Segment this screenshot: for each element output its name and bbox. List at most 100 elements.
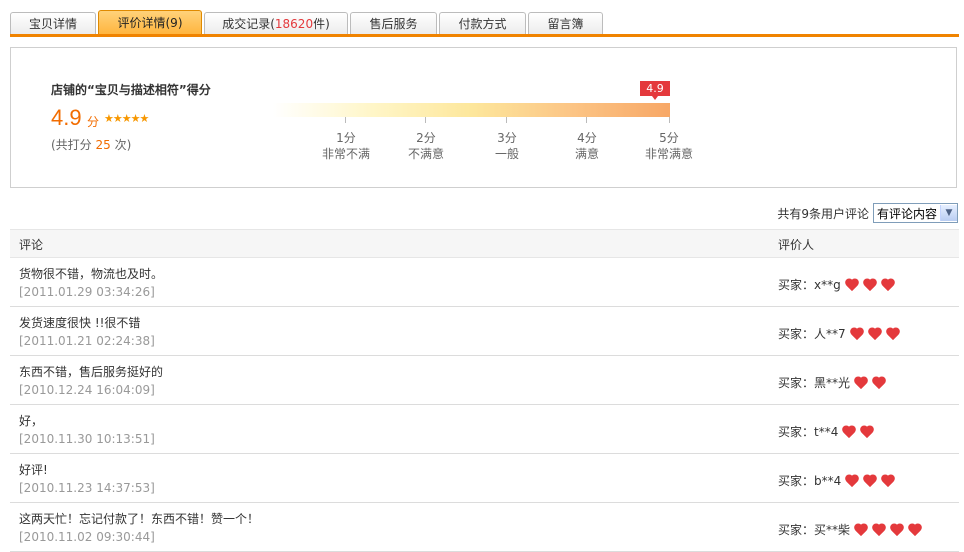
scale-desc-3: 一般 [494,147,519,161]
tab-transactions-count: 18620 [274,17,314,31]
reviewer: 买家：b**4 [778,472,898,489]
heart-icon [889,524,905,536]
table-row: 好， [2010.11.30 10:13:51] 买家：t**4 [10,405,959,454]
scale-value-2: 2分 [416,131,436,145]
rating-score: 4.9 [51,105,82,130]
reviewer-credit [844,279,898,291]
scale-value-5: 5分 [659,131,679,145]
heart-icon [867,328,883,340]
heart-icon [853,377,869,389]
tab-reviews[interactable]: 评价详情(9) [98,10,202,35]
heart-icon [844,475,860,487]
tick-3 [506,117,507,123]
reviewer-name[interactable]: 买家：买**柴 [778,521,850,538]
reviewer-name[interactable]: 买家：x**g [778,276,841,293]
review-table: 评论 评价人 货物很不错，物流也及时。 [2011.01.29 03:34:26]… [10,229,959,552]
rating-unit: 分 [87,115,100,129]
heart-icon [880,475,896,487]
heart-icon [859,426,875,438]
rating-total-suffix: 次) [114,138,132,152]
review-filter-select[interactable]: 有评论内容 ▼ [872,203,958,223]
tab-transactions[interactable]: 成交记录(18620件) [204,12,348,34]
review-filter-value: 有评论内容 [876,206,937,221]
reviewer-credit [841,426,877,438]
reviewer-credit [844,475,898,487]
reviewer-name[interactable]: 买家：黑**光 [778,374,850,391]
reviewer-name[interactable]: 买家：人**7 [778,325,846,342]
heart-icon [871,524,887,536]
star-rating-icon: ★★★★★ [104,112,149,125]
scale-value-3: 3分 [497,131,517,145]
review-time: [2010.12.24 16:04:09] [19,383,155,397]
reviewer-credit [853,524,925,536]
col-comment: 评论 [19,238,44,252]
heart-icon [885,328,901,340]
heart-icon [844,279,860,291]
col-reviewer: 评价人 [778,238,815,252]
table-row: 货物很不错，物流也及时。 [2011.01.29 03:34:26] 买家：x**g [10,258,959,307]
score-gradient-bar [273,103,670,117]
tab-item-details[interactable]: 宝贝详情 [10,12,96,34]
tick-5 [669,117,670,123]
reviewer-credit [853,377,889,389]
review-text: 好， [19,414,44,428]
reviewer-name[interactable]: 买家：b**4 [778,472,841,489]
review-time: [2010.11.02 09:30:44] [19,530,155,544]
heart-icon [907,524,923,536]
rating-title: 店铺的“宝贝与描述相符”得分 [51,83,211,97]
table-row: 东西不错，售后服务挺好的 [2010.12.24 16:04:09] 买家：黑**光 [10,356,959,405]
scale-label-5: 5分 非常满意 [629,130,709,162]
tick-1 [345,117,346,123]
tab-payment[interactable]: 付款方式 [439,12,526,34]
reviewer: 买家：x**g [778,276,898,293]
tab-transactions-prefix: 成交记录( [222,17,275,31]
reviewer: 买家：t**4 [778,423,877,440]
tick-2 [425,117,426,123]
heart-icon [849,328,865,340]
reviewer: 买家：人**7 [778,325,903,342]
rating-total: (共打分 25 次) [51,136,131,153]
scale-label-4: 4分 满意 [547,130,627,162]
review-time: [2010.11.30 10:13:51] [19,432,155,446]
scale-desc-1: 非常不满 [321,147,370,161]
table-row: 好评! [2010.11.23 14:37:53] 买家：b**4 [10,454,959,503]
reviewer: 买家：黑**光 [778,374,889,391]
scale-value-4: 4分 [577,131,597,145]
review-count: 共有9条用户评论 [777,206,869,221]
table-row: 发货速度很快 !!很不错 [2011.01.21 02:24:38] 买家：人**7 [10,307,959,356]
scale-desc-5: 非常满意 [644,147,693,161]
reviewer-name[interactable]: 买家：t**4 [778,423,838,440]
rating-total-count: 25 [95,138,111,152]
review-time: [2010.11.23 14:37:53] [19,481,155,495]
scale-value-1: 1分 [336,131,356,145]
review-text: 东西不错，售后服务挺好的 [19,365,164,379]
tab-guestbook[interactable]: 留言簿 [528,12,603,34]
review-text: 发货速度很快 !!很不错 [19,316,141,330]
rating-total-prefix: (共打分 [51,138,92,152]
tab-underline [10,34,959,37]
review-time: [2011.01.29 03:34:26] [19,285,155,299]
tab-transactions-suffix: 件) [313,17,330,31]
heart-icon [880,279,896,291]
score-marker: 4.9 [640,81,671,100]
reviewer-credit [849,328,903,340]
scale-label-3: 3分 一般 [467,130,547,162]
heart-icon [871,377,887,389]
reviewer: 买家：买**柴 [778,521,925,538]
chevron-down-icon[interactable]: ▼ [940,205,957,221]
review-table-header: 评论 评价人 [10,229,959,258]
heart-icon [862,475,878,487]
table-row: 这两天忙！忘记付款了！东西不错！赞一个！ [2010.11.02 09:30:44… [10,503,959,552]
rating-summary: 店铺的“宝贝与描述相符”得分 4.9 分 ★★★★★ (共打分 25 次) 4.… [10,47,957,188]
scale-desc-2: 不满意 [407,147,444,161]
tab-after-sales[interactable]: 售后服务 [350,12,437,34]
review-text: 货物很不错，物流也及时。 [19,267,164,281]
heart-icon [841,426,857,438]
review-text: 好评! [19,463,48,477]
scale-label-2: 2分 不满意 [386,130,466,162]
heart-icon [853,524,869,536]
scale-label-1: 1分 非常不满 [306,130,386,162]
review-filter: 共有9条用户评论 有评论内容 ▼ [777,203,958,223]
score-ticks [273,117,670,123]
review-time: [2011.01.21 02:24:38] [19,334,155,348]
